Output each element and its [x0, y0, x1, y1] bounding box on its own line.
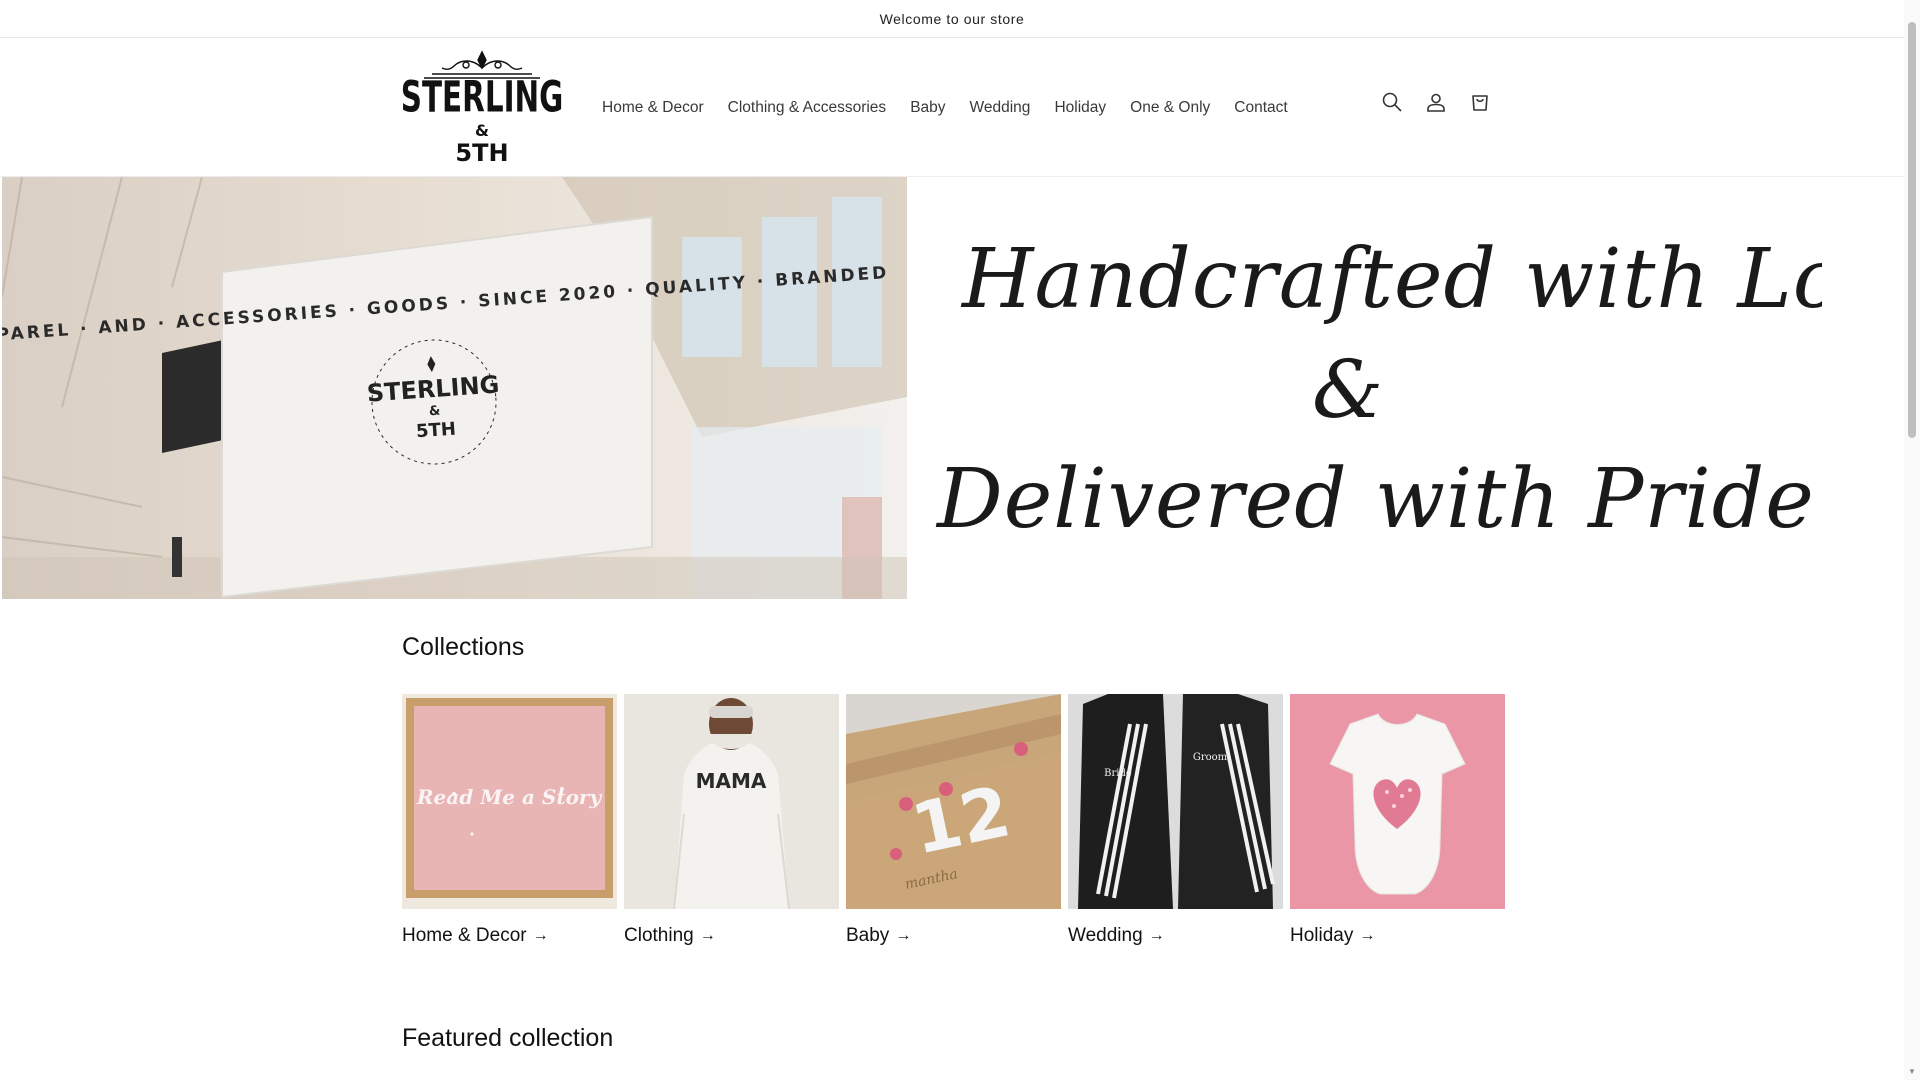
collection-image-baby: 12 mantha — [846, 694, 1061, 909]
collection-label-baby[interactable]: Baby → — [846, 925, 1061, 947]
collection-card-home-decor[interactable]: Read Me a Story Home & Decor → — [402, 694, 617, 947]
announcement-text: Welcome to our store — [879, 10, 1025, 27]
collection-card-wedding[interactable]: Bride Groom Wedding → — [1068, 694, 1283, 947]
arrow-right-icon: → — [532, 927, 549, 944]
nav-wedding[interactable]: Wedding — [958, 99, 1043, 117]
hero-script-line3: Delivered with Pride — [935, 452, 1815, 547]
collection-image-home-decor: Read Me a Story — [402, 694, 617, 909]
scroll-down-arrow-icon[interactable]: ▼ — [1908, 1068, 1916, 1076]
page-scrollbar[interactable]: ▼ — [1904, 0, 1920, 1080]
nav-baby[interactable]: Baby — [898, 99, 957, 117]
hero-script-line1: Handcrafted with Love — [960, 232, 1822, 327]
collections-heading: Collections — [402, 633, 525, 661]
featured-collection-heading: Featured collection — [402, 1024, 614, 1052]
nav-clothing-accessories[interactable]: Clothing & Accessories — [716, 99, 899, 117]
scrollbar-thumb[interactable] — [1908, 22, 1916, 438]
hero-script-text: Handcrafted with Love & Delivered with P… — [935, 232, 1822, 547]
wedding-image-text-right: Groom — [1193, 752, 1228, 763]
sign-center-line3: 5TH — [415, 419, 456, 443]
hero-banner: APPAREL · AND · ACCESSORIES · GOODS · SI… — [2, 177, 1904, 599]
collection-card-holiday[interactable]: Holiday → — [1290, 694, 1505, 947]
collection-label-text: Home & Decor — [402, 925, 527, 946]
cart-icon[interactable] — [1468, 90, 1492, 114]
sign-center-line2: & — [428, 404, 440, 420]
logo-text-sterling: STERLING — [402, 72, 562, 122]
clothing-image-text: MAMA — [696, 769, 767, 793]
site-header: STERLING & 5TH Home & Decor Clothing & A… — [0, 38, 1904, 177]
announcement-bar: Welcome to our store — [0, 0, 1904, 38]
logo-text-amp: & — [475, 121, 489, 140]
arrow-right-icon: → — [895, 927, 912, 944]
collection-card-clothing[interactable]: MAMA Clothing → — [624, 694, 839, 947]
collections-grid: Read Me a Story Home & Decor → MAMA Clot… — [402, 694, 1505, 947]
collection-label-home-decor[interactable]: Home & Decor → — [402, 925, 617, 947]
collection-label-wedding[interactable]: Wedding → — [1068, 925, 1283, 947]
collection-image-holiday — [1290, 694, 1505, 909]
arrow-right-icon: → — [1359, 927, 1376, 944]
home-decor-image-text: Read Me a Story — [416, 785, 603, 809]
collection-label-text: Baby — [846, 925, 890, 946]
nav-home-decor[interactable]: Home & Decor — [602, 99, 716, 117]
collection-image-wedding: Bride Groom — [1068, 694, 1283, 909]
arrow-right-icon: → — [699, 927, 716, 944]
wedding-image-text-left: Bride — [1104, 768, 1132, 779]
logo[interactable]: STERLING & 5TH — [401, 48, 563, 167]
collection-label-text: Clothing — [624, 925, 694, 946]
collection-image-clothing: MAMA — [624, 694, 839, 909]
arrow-right-icon: → — [1148, 927, 1165, 944]
search-icon[interactable] — [1380, 90, 1404, 114]
logo-text-5th: 5TH — [455, 139, 508, 166]
collection-label-text: Holiday — [1290, 925, 1354, 946]
collection-label-text: Wedding — [1068, 925, 1143, 946]
main-nav: Home & Decor Clothing & Accessories Baby… — [602, 38, 1300, 177]
account-icon[interactable] — [1424, 90, 1448, 114]
hero-storefront-image: APPAREL · AND · ACCESSORIES · GOODS · SI… — [2, 177, 907, 599]
collection-label-clothing[interactable]: Clothing → — [624, 925, 839, 947]
nav-one-only[interactable]: One & Only — [1118, 99, 1222, 117]
header-icons — [1380, 90, 1492, 114]
collection-card-baby[interactable]: 12 mantha Baby → — [846, 694, 1061, 947]
nav-holiday[interactable]: Holiday — [1042, 99, 1118, 117]
hero-script-line2: & — [1312, 343, 1383, 436]
logo-mark: STERLING & 5TH — [401, 50, 563, 167]
nav-contact[interactable]: Contact — [1222, 99, 1299, 117]
collection-label-holiday[interactable]: Holiday → — [1290, 925, 1505, 947]
